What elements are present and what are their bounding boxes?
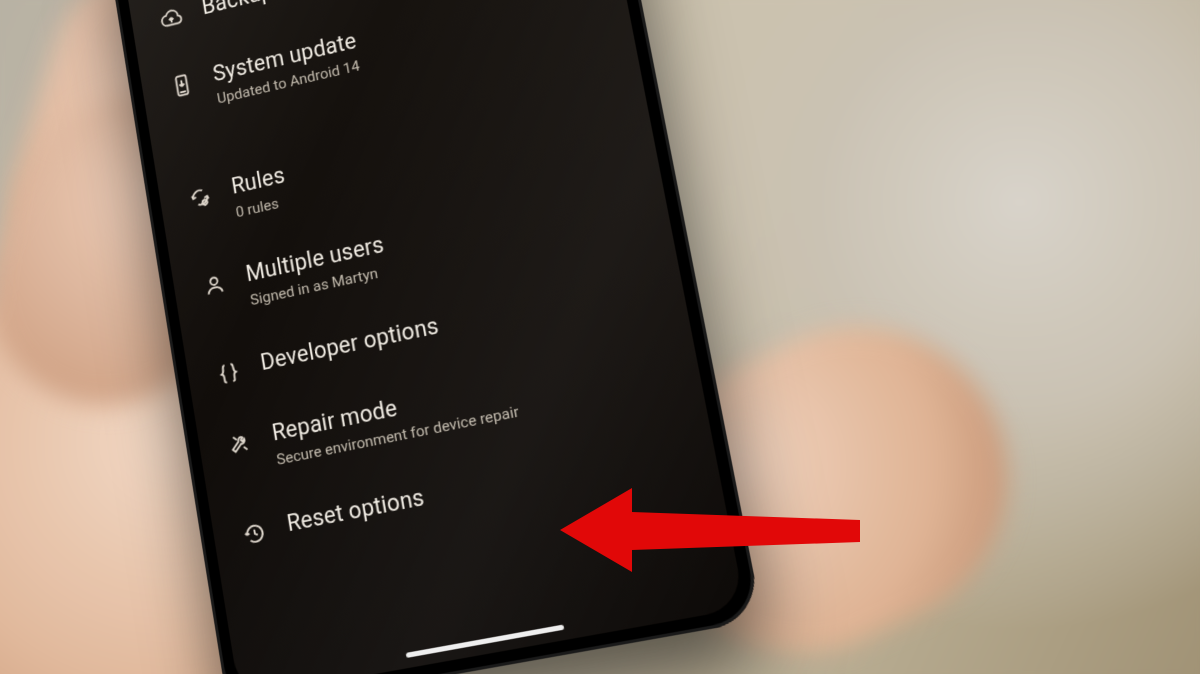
- cloud-upload-icon: [156, 4, 187, 34]
- phone-download-icon: [167, 70, 198, 100]
- phone-screen: Da… GMT+00:00 Gree… Ba: [117, 0, 745, 674]
- photo-scene: Da… GMT+00:00 Gree… Ba: [0, 0, 1200, 674]
- history-icon: [239, 518, 271, 549]
- person-icon: [199, 270, 231, 301]
- braces-icon: [213, 358, 245, 389]
- tools-icon: [224, 428, 256, 459]
- rules-icon: [185, 182, 216, 212]
- phone: Da… GMT+00:00 Gree… Ba: [160, 0, 700, 670]
- settings-list: Da… GMT+00:00 Gree… Ba: [117, 0, 726, 603]
- gesture-nav-bar[interactable]: [406, 624, 565, 657]
